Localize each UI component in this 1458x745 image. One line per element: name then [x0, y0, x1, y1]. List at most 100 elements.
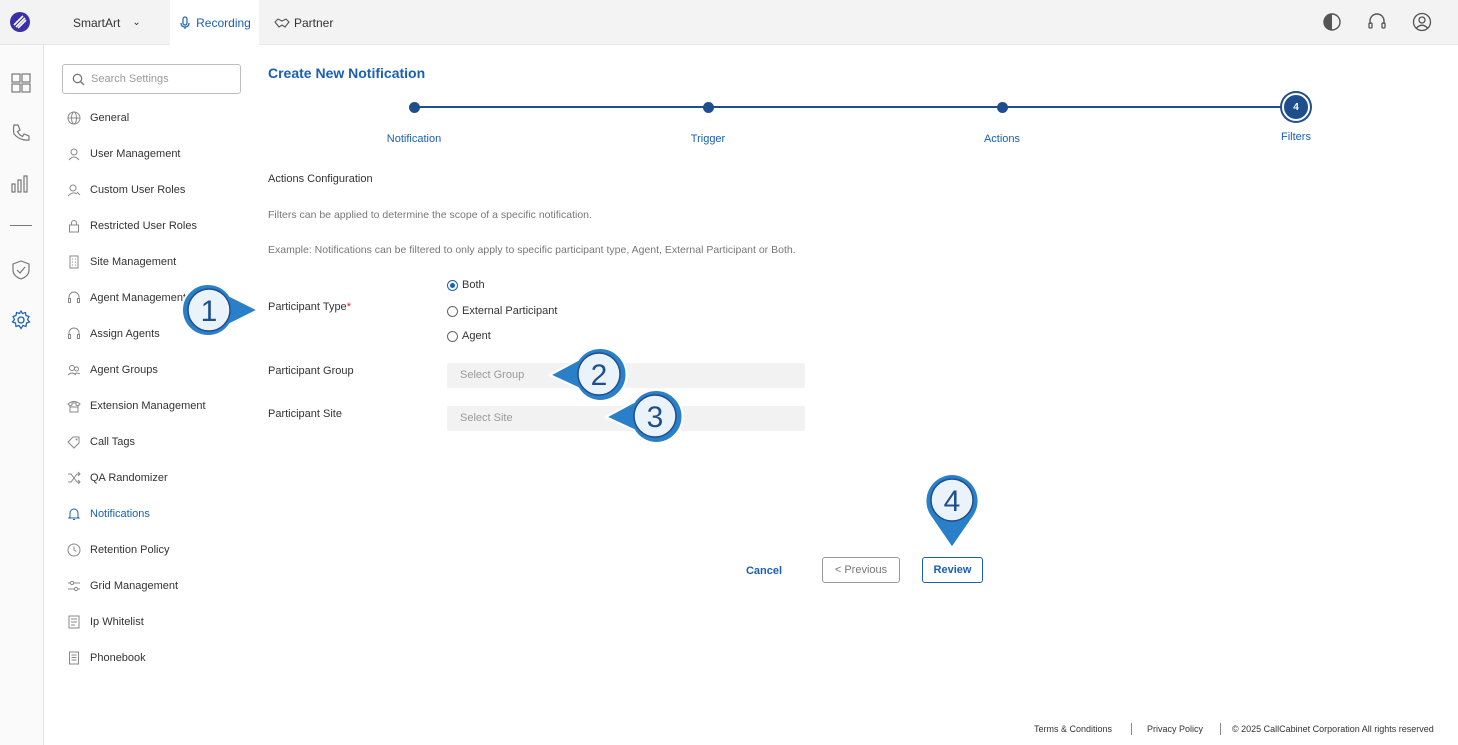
copyright-text: © 2025 CallCabinet Corporation All right…: [1232, 724, 1434, 734]
sidebar-item-label: General: [90, 112, 130, 124]
callcabinet-logo-icon[interactable]: [9, 11, 31, 33]
clock-icon: [67, 543, 81, 557]
sidebar-item-label: Site Management: [90, 256, 177, 268]
shuffle-icon: [68, 471, 81, 485]
product-name: SmartArt: [73, 15, 121, 30]
users-icon: [68, 148, 80, 161]
step-3-marker[interactable]: [997, 102, 1008, 113]
participant-type-label-text: Participant Type: [268, 301, 347, 313]
search-icon: [72, 73, 85, 86]
sidebar-item-user-management[interactable]: User Management: [62, 136, 247, 172]
tab-partner-label: Partner: [294, 15, 334, 30]
building-icon: [69, 255, 79, 269]
rail-divider: [10, 225, 32, 226]
sidebar-item-label: Call Tags: [90, 436, 136, 448]
sidebar-item-agent-groups[interactable]: Agent Groups: [62, 352, 247, 388]
sidebar-item-label: Agent Management: [90, 292, 187, 304]
tab-recording-label: Recording: [196, 15, 251, 30]
sidebar-item-label: Assign Agents: [90, 328, 160, 340]
product-selector[interactable]: SmartArt ⌄: [73, 0, 141, 45]
sidebar-item-label: Phonebook: [90, 652, 146, 664]
previous-button[interactable]: < Previous: [822, 557, 900, 583]
sidebar-item-label: Agent Groups: [90, 364, 158, 376]
step-trigger-label[interactable]: Trigger: [691, 133, 725, 145]
user-profile-icon[interactable]: [1412, 12, 1432, 32]
headset-support-icon[interactable]: [1367, 12, 1387, 32]
stepper-track: [414, 106, 1296, 108]
radio-agent-label: Agent: [462, 330, 491, 342]
participant-group-label: Participant Group: [268, 365, 354, 377]
radio-agent[interactable]: Agent: [447, 330, 491, 342]
lock-icon: [69, 220, 79, 233]
step-notification-label[interactable]: Notification: [387, 133, 441, 145]
tab-partner[interactable]: Partner: [274, 0, 333, 45]
sidebar-item-retention-policy[interactable]: Retention Policy: [62, 532, 247, 568]
participant-site-label: Participant Site: [268, 408, 342, 420]
search-input[interactable]: [91, 71, 236, 87]
phone-icon: [67, 401, 81, 413]
filters-description: Filters can be applied to determine the …: [268, 209, 592, 221]
sidebar-item-label: QA Randomizer: [90, 472, 168, 484]
callout-3-number: 3: [647, 401, 664, 434]
sidebar-item-phonebook[interactable]: Phonebook: [62, 640, 247, 676]
sidebar-item-label: User Management: [90, 148, 181, 160]
radio-button[interactable]: [447, 330, 458, 342]
list-icon: [68, 615, 80, 629]
settings-search-box[interactable]: [62, 64, 241, 94]
sidebar-item-call-tags[interactable]: Call Tags: [62, 424, 247, 460]
sidebar-item-ip-whitelist[interactable]: Ip Whitelist: [62, 604, 247, 640]
microphone-icon: [180, 15, 190, 29]
sidebar-item-label: Notifications: [90, 508, 150, 520]
sidebar-item-grid-management[interactable]: Grid Management: [62, 568, 247, 604]
headset-icon: [68, 327, 80, 339]
handshake-icon: [274, 17, 290, 28]
phone-calls-icon[interactable]: [10, 122, 32, 144]
callout-1-number: 1: [201, 295, 218, 328]
footer-divider: [1131, 723, 1132, 735]
radio-button[interactable]: [447, 305, 458, 317]
sidebar-item-general[interactable]: General: [62, 100, 247, 136]
step-filters-label: Filters: [1281, 131, 1311, 143]
contrast-toggle-icon[interactable]: [1322, 12, 1342, 32]
step-1-marker[interactable]: [409, 102, 420, 113]
radio-both[interactable]: Both: [447, 279, 485, 291]
filters-example: Example: Notifications can be filtered t…: [268, 244, 796, 256]
page-title: Create New Notification: [268, 65, 426, 81]
sidebar-item-label: Custom User Roles: [90, 184, 186, 196]
chevron-down-icon: ⌄: [132, 17, 141, 28]
tag-icon: [67, 436, 80, 449]
step-actions-label[interactable]: Actions: [984, 133, 1020, 145]
settings-gear-icon[interactable]: [10, 309, 32, 331]
radio-external-label: External Participant: [462, 305, 558, 317]
callout-3: 3: [603, 388, 684, 445]
sidebar-item-extension-management[interactable]: Extension Management: [62, 388, 247, 424]
sidebar-item-site-management[interactable]: Site Management: [62, 244, 247, 280]
radio-button-selected[interactable]: [447, 279, 458, 291]
analytics-bars-icon[interactable]: [10, 172, 32, 194]
sidebar-item-notifications[interactable]: Notifications: [62, 496, 247, 532]
step-2-marker[interactable]: [703, 102, 714, 113]
sidebar-item-restricted-user-roles[interactable]: Restricted User Roles: [62, 208, 247, 244]
sidebar-item-label: Retention Policy: [90, 544, 170, 556]
group-icon: [67, 365, 81, 376]
radio-external-participant[interactable]: External Participant: [447, 305, 557, 317]
section-title: Actions Configuration: [268, 173, 373, 185]
shield-check-icon[interactable]: [10, 259, 32, 281]
sidebar-item-qa-randomizer[interactable]: QA Randomizer: [62, 460, 247, 496]
sidebar-item-label: Restricted User Roles: [90, 220, 197, 232]
radio-both-label: Both: [462, 279, 485, 291]
cancel-button[interactable]: Cancel: [738, 558, 790, 583]
sidebar-item-label: Ip Whitelist: [90, 616, 144, 628]
dashboard-grid-icon[interactable]: [10, 72, 32, 94]
review-button[interactable]: Review: [922, 557, 983, 583]
privacy-link[interactable]: Privacy Policy: [1147, 724, 1203, 734]
terms-link[interactable]: Terms & Conditions: [1034, 724, 1112, 734]
bell-icon: [67, 508, 81, 520]
required-marker: *: [346, 301, 351, 313]
participant-type-label: Participant Type*: [268, 301, 351, 313]
sidebar-item-custom-user-roles[interactable]: Custom User Roles: [62, 172, 247, 208]
step-4-marker-current: 4: [1282, 93, 1310, 121]
tab-recording[interactable]: Recording: [170, 0, 259, 45]
headset-icon: [68, 291, 80, 303]
sidebar-item-label: Grid Management: [90, 580, 179, 592]
